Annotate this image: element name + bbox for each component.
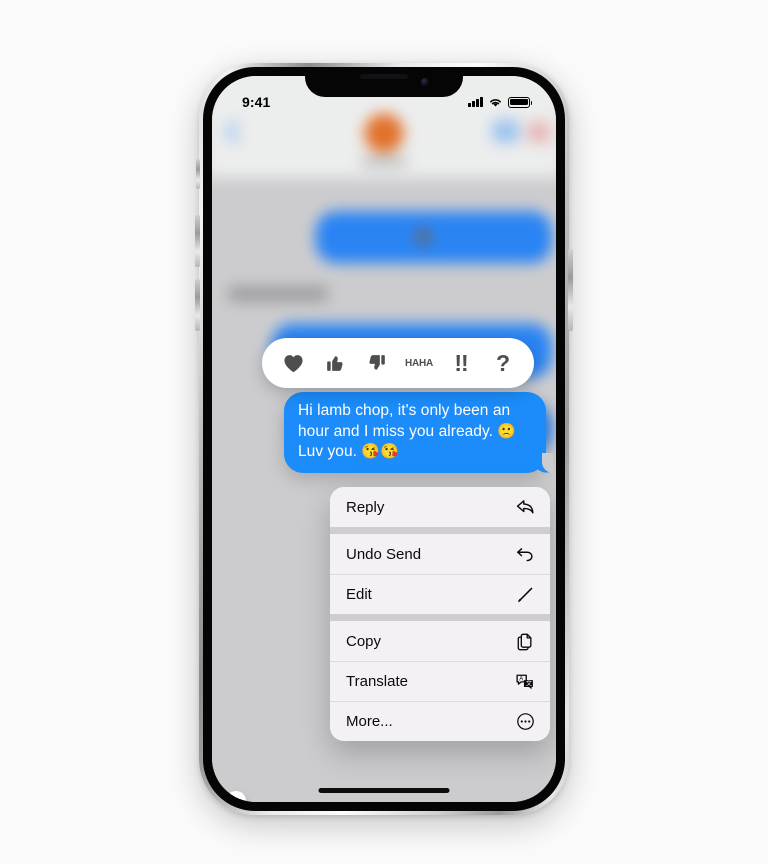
haha-icon[interactable]: HA HA: [404, 348, 434, 378]
svg-text:文: 文: [526, 680, 532, 688]
menu-item-label: Copy: [346, 632, 382, 650]
context-menu-separator-2: [330, 614, 550, 621]
wifi-icon: [490, 98, 501, 107]
menu-item-label: Undo Send: [346, 545, 422, 563]
device-bezel: 9:41 HA HA !! ? Hi lamb chop, it's only …: [203, 67, 565, 811]
menu-item-reply[interactable]: Reply: [330, 487, 550, 527]
menu-item-more[interactable]: More...: [330, 701, 550, 741]
pencil-icon: [514, 584, 536, 606]
contact-avatar[interactable]: [364, 113, 404, 153]
context-menu-group-3: Copy Translate A 文 More...: [330, 621, 550, 741]
menu-item-translate[interactable]: Translate A 文: [330, 661, 550, 701]
earpiece-speaker: [360, 74, 408, 79]
contact-name: [361, 157, 407, 167]
volume-down-button[interactable]: [195, 279, 200, 331]
device-notch: [305, 67, 463, 97]
front-camera-icon: [421, 78, 429, 86]
undo-arrow-icon: [514, 543, 536, 565]
translate-bubbles-icon: A 文: [514, 671, 536, 693]
sad-face-emoji: 🙁: [497, 422, 517, 440]
context-menu-group-2: Undo Send Edit: [330, 534, 550, 614]
double-exclamation-icon[interactable]: !!: [446, 348, 476, 378]
message-line-1: Hi lamb chop, it's only been an: [298, 402, 511, 419]
iphone-device: 9:41 HA HA !! ? Hi lamb chop, it's only …: [195, 63, 573, 815]
home-indicator-bar[interactable]: [318, 788, 450, 793]
screenshot-stage: 9:41 HA HA !! ? Hi lamb chop, it's only …: [0, 0, 768, 864]
copy-documents-icon: [514, 630, 536, 652]
menu-item-edit[interactable]: Edit: [330, 574, 550, 614]
heart-icon[interactable]: [278, 348, 308, 378]
message-line-2: hour and I miss you already.: [298, 422, 493, 440]
thumbs-down-icon[interactable]: [362, 348, 392, 378]
cellular-signal-icon: [468, 97, 483, 107]
silent-switch[interactable]: [196, 159, 200, 189]
thumbs-up-icon[interactable]: [320, 348, 350, 378]
power-button[interactable]: [568, 249, 573, 331]
menu-item-undo-send[interactable]: Undo Send: [330, 534, 550, 574]
menu-item-label: More...: [346, 713, 393, 730]
status-bar-time: 9:41: [242, 94, 271, 110]
question-mark-icon[interactable]: ?: [488, 348, 518, 378]
message-bubble[interactable]: Hi lamb chop, it's only been an hour and…: [284, 392, 553, 473]
menu-item-label: Edit: [346, 586, 372, 603]
focused-message: Hi lamb chop, it's only been an hour and…: [284, 392, 553, 473]
message-line-3: Luv you.: [298, 443, 357, 460]
context-menu-separator-1: [330, 527, 550, 534]
context-menu-group-1: Reply: [330, 487, 550, 527]
backdrop-bubble-right-1: [492, 119, 520, 143]
backdrop-message-bubble-1: [315, 211, 553, 264]
menu-item-label: Translate: [346, 673, 408, 690]
device-screen: 9:41 HA HA !! ? Hi lamb chop, it's only …: [212, 76, 556, 802]
status-bar-indicators: [468, 96, 533, 108]
menu-item-label: Reply: [346, 498, 385, 516]
message-context-menu[interactable]: Reply Undo Send Edit Copy Translate A 文 …: [330, 487, 550, 741]
menu-item-copy[interactable]: Copy: [330, 621, 550, 661]
volume-up-button[interactable]: [195, 215, 200, 267]
ellipsis-circle-icon: [514, 711, 536, 733]
battery-icon: [508, 96, 533, 108]
tapback-reaction-bar[interactable]: HA HA !! ?: [262, 338, 534, 388]
kissing-face-emoji-1: 😘: [361, 443, 381, 460]
backdrop-bubble-right-2: [527, 121, 551, 143]
kissing-face-emoji-2: 😘: [380, 443, 399, 460]
reply-arrow-icon: [514, 496, 536, 518]
backdrop-timestamp: [228, 286, 328, 302]
